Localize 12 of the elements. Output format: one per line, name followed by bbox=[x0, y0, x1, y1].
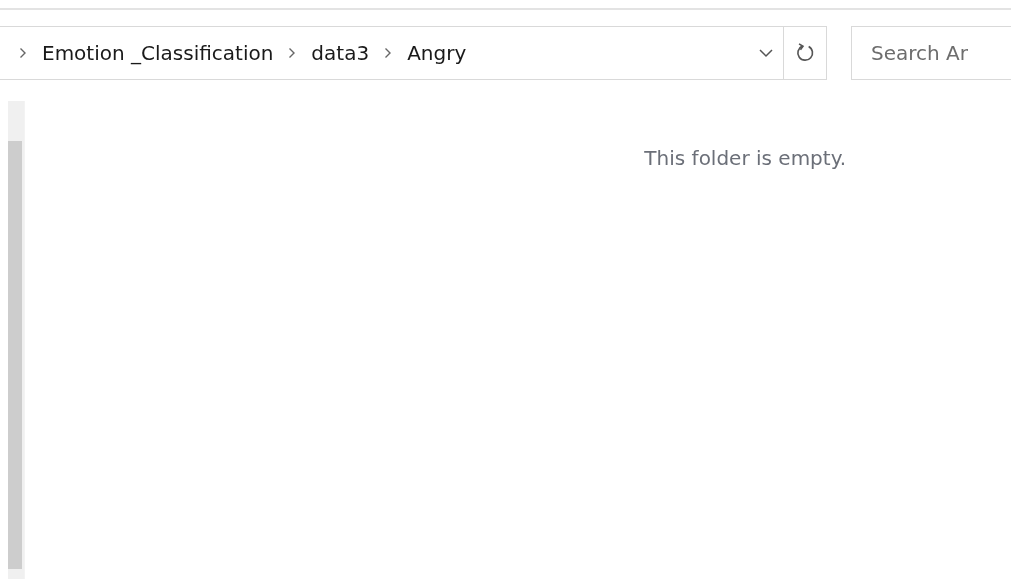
empty-folder-message: This folder is empty. bbox=[644, 146, 846, 170]
chevron-icon[interactable] bbox=[19, 47, 27, 59]
search-field[interactable]: Search Ar bbox=[851, 26, 1011, 80]
address-bar[interactable]: Emotion _Classification data3 Angry bbox=[0, 26, 827, 80]
scrollbar[interactable] bbox=[8, 101, 25, 579]
dropdown-icon[interactable] bbox=[759, 48, 773, 58]
chevron-icon[interactable] bbox=[288, 47, 297, 59]
breadcrumb-item[interactable]: Angry bbox=[407, 41, 467, 65]
scrollbar-thumb[interactable] bbox=[8, 141, 22, 569]
breadcrumb-item[interactable]: data3 bbox=[311, 41, 370, 65]
breadcrumb-item[interactable]: Emotion _Classification bbox=[42, 41, 274, 65]
chevron-icon[interactable] bbox=[384, 47, 393, 59]
